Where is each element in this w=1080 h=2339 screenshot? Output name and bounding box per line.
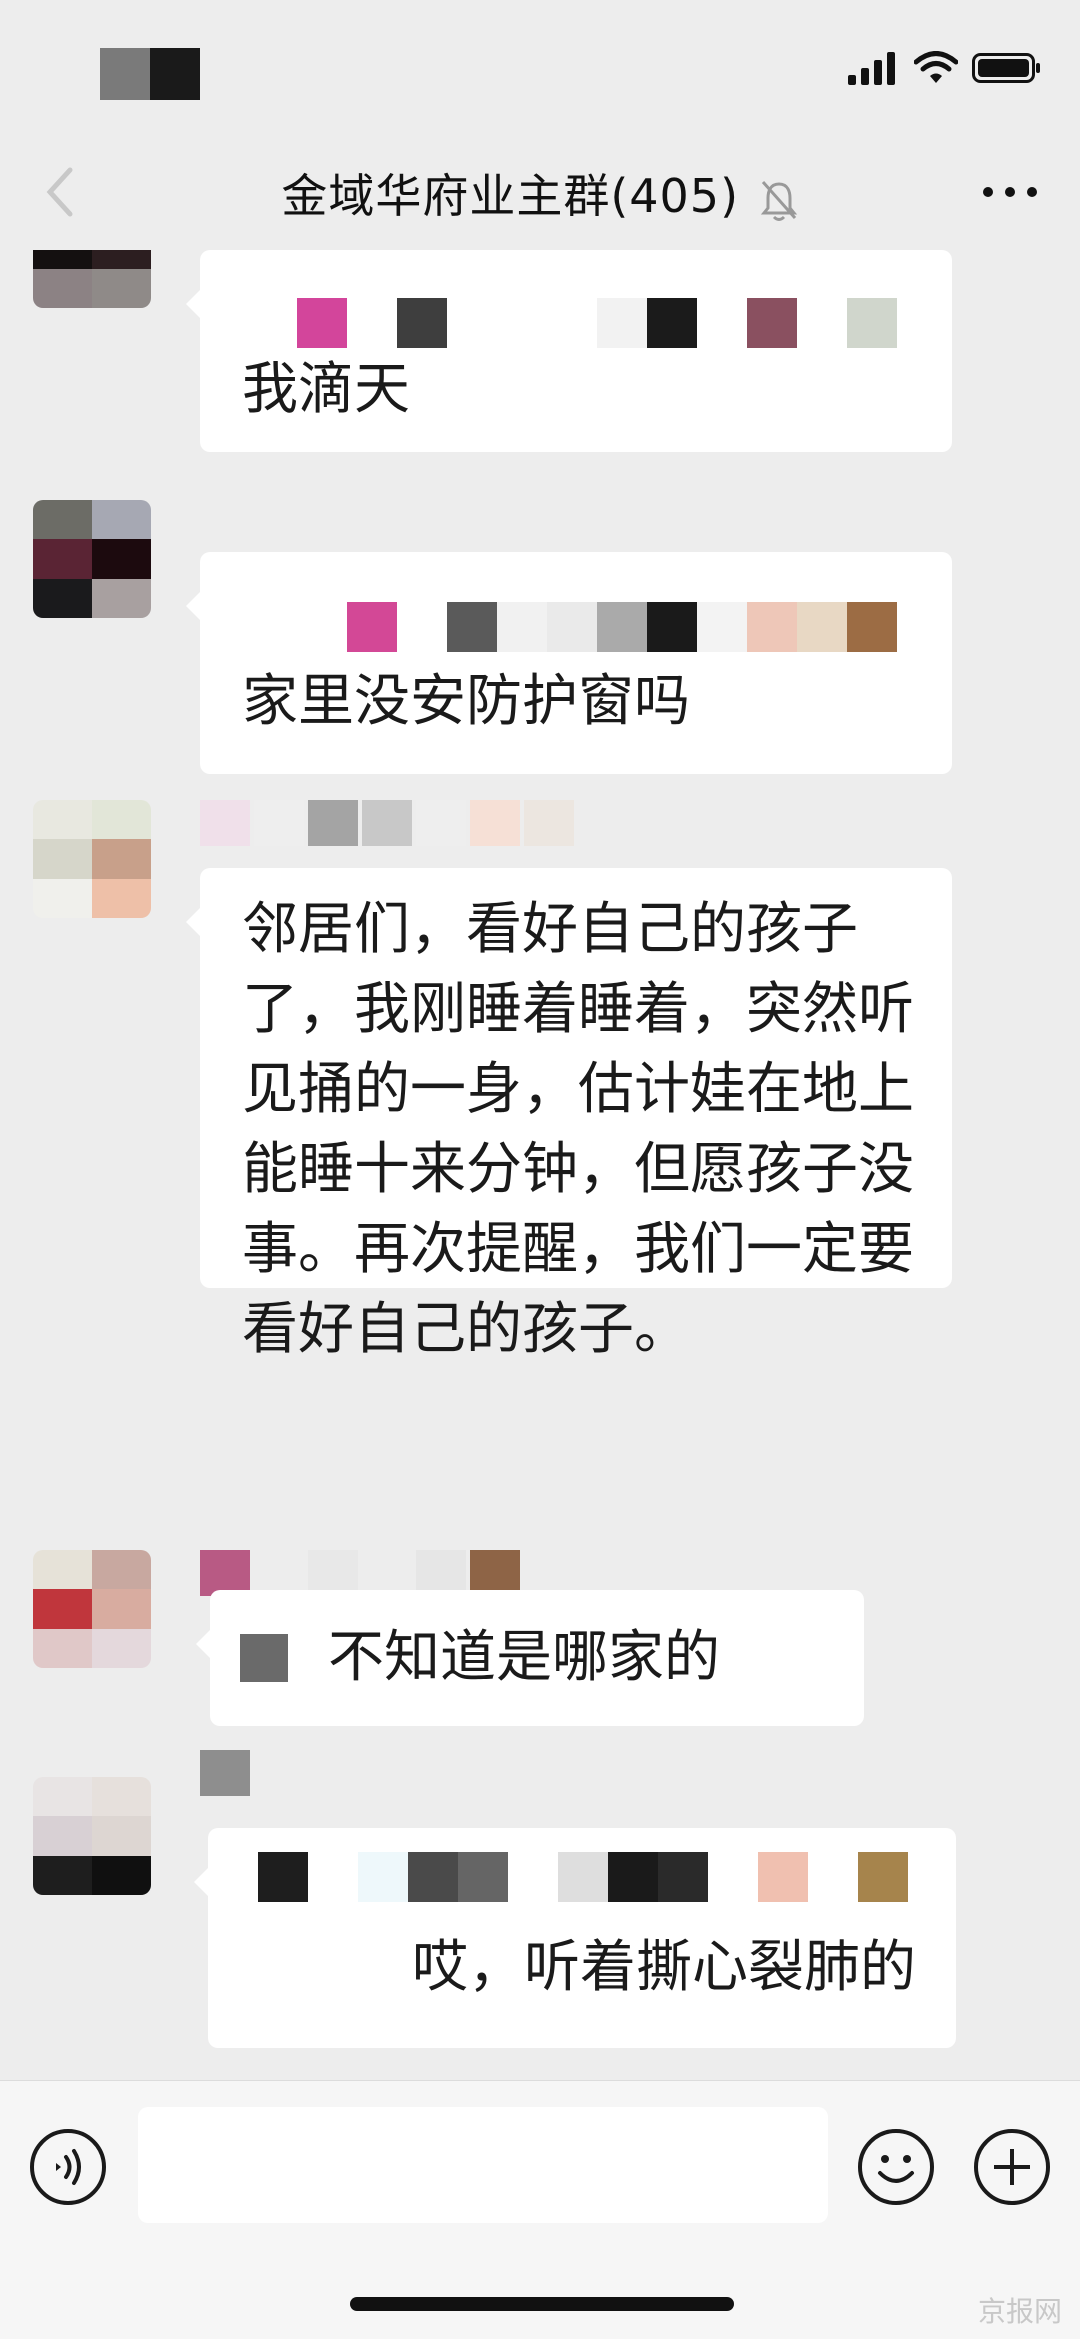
watermark: 京报网 [977,2296,1062,2327]
blurred-quote [258,1852,916,1902]
status-bar [0,0,1080,132]
avatar[interactable] [33,1550,151,1668]
avatar[interactable] [33,800,151,918]
nav-bar: 金域华府业主群(405) [0,132,1080,250]
blurred-emoji [240,1634,288,1682]
avatar[interactable] [33,500,151,618]
more-dots-icon[interactable] [980,180,1040,204]
avatar[interactable] [33,250,151,308]
avatar[interactable] [33,1777,151,1895]
home-indicator[interactable] [350,2297,734,2311]
blurred-quote [297,298,910,348]
message-text: 我滴天 [242,357,410,422]
status-icons [848,48,1042,88]
signal-icon [848,52,895,85]
message-bubble[interactable]: 哎，听着撕心裂肺的 [194,1828,956,2048]
message-text: 不知道是哪家的 [328,1625,720,1690]
message-bubble[interactable]: 邻居们，看好自己的孩子了，我刚睡着睡着，突然听见捅的一身，估计娃在地上能睡十来分… [186,868,952,1362]
message-text: 哎，听着撕心裂肺的 [412,1935,916,2000]
plus-icon[interactable] [972,2127,1052,2207]
message-bubble[interactable]: 我滴天 [186,250,952,452]
wifi-icon [914,51,958,83]
blurred-quote [297,602,910,652]
message-bubble[interactable]: 不知道是哪家的 [196,1590,864,1726]
voice-icon[interactable] [28,2127,108,2207]
message-bubble[interactable]: 家里没安防护窗吗 [186,552,952,774]
chat-title: 金域华府业主群(405) [0,160,1080,226]
chat-message-list[interactable]: 我滴天 家里没安防护窗吗 邻居们，看好自己的孩子了，我刚睡着睡着，突然听见捅的一… [0,250,1080,2080]
message-text: 邻居们，看好自己的孩子了，我刚睡着睡着，突然听见捅的一身，估计娃在地上能睡十来分… [242,897,914,1362]
chat-title-text: 金域华府业主群(405) [281,169,740,223]
bell-off-icon [760,180,797,221]
battery-icon [972,53,1040,83]
emoji-icon[interactable] [856,2127,936,2207]
sender-nickname-blurred [200,800,574,846]
message-text: 家里没安防护窗吗 [242,669,690,734]
sender-nickname-blurred [200,1750,250,1796]
message-input[interactable] [138,2107,828,2223]
status-time-blurred [100,48,200,100]
